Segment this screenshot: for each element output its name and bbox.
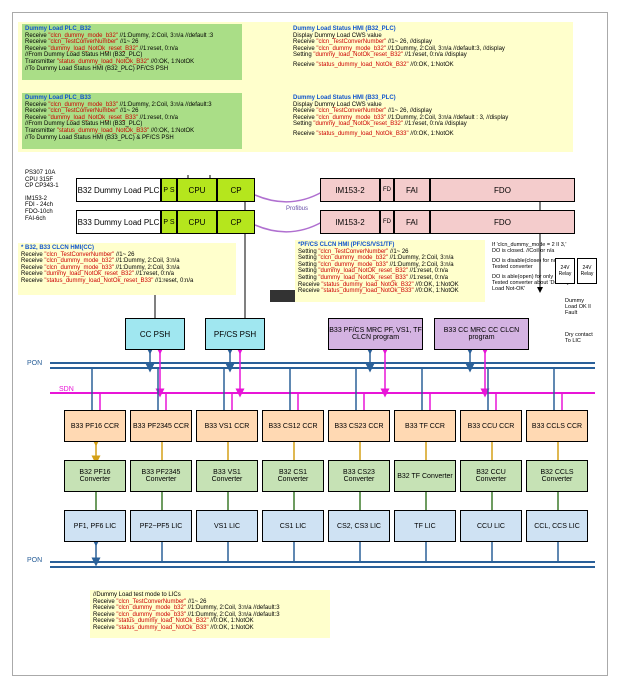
- pfcs-hmi-box: *PF/CS CLCN HMI (PF/CS/VS1/TF) Setting "…: [295, 240, 485, 302]
- ccr-box: B33 TF CCR: [394, 410, 456, 442]
- conv-box: B33 VS1 Converter: [196, 460, 258, 492]
- b32-plc-title: Dummy Load PLC_B32: [25, 26, 239, 33]
- b32-fai: FAI: [394, 178, 430, 202]
- b32-cpu: CPU: [177, 178, 217, 202]
- conv-box: B33 PF2345 Converter: [130, 460, 192, 492]
- conv-box: B32 CCLS Converter: [526, 460, 588, 492]
- pon-label-1: PON: [24, 358, 45, 370]
- lic-note-title: //Dummy Load test mode to LICs: [93, 592, 327, 599]
- lic-box: TF LIC: [394, 510, 456, 542]
- cc-psh: CC PSH: [125, 318, 185, 350]
- lic-box: CCL, CCS LIC: [526, 510, 588, 542]
- pfcs-mrc: B33 PF/CS MRC PF, VS1, TF CLCN program: [328, 318, 423, 350]
- b33-plc-title: Dummy Load PLC_B33: [25, 95, 239, 102]
- ccr-box: B33 CS12 CCR: [262, 410, 324, 442]
- b33-hmi-box: Dummy Load Status HMI (B33_PLC) Display …: [290, 93, 568, 140]
- b33-im: IM153-2: [320, 210, 380, 234]
- b32-ps: P S: [161, 178, 177, 202]
- b32-cp: CP: [217, 178, 255, 202]
- lic-box: VS1 LIC: [196, 510, 258, 542]
- left-note: PS307 10A CPU 315F CP CP343-1 IM153-2 FD…: [22, 168, 72, 224]
- pfcs-psh: PF/CS PSH: [205, 318, 265, 350]
- lic-box: CCU LIC: [460, 510, 522, 542]
- b33-plc-label: B33 Dummy Load PLC: [76, 210, 161, 234]
- b32-hmi-title: Dummy Load Status HMI (B32_PLC): [293, 26, 565, 33]
- cc-hmi-box: * B32, B33 CLCN HMI(CC) Receive "clcn_Te…: [18, 243, 236, 295]
- fault-label: Dummy Load OK ll Fault: [562, 296, 600, 318]
- lic-box: CS1 LIC: [262, 510, 324, 542]
- b33-fd: FD: [380, 210, 394, 234]
- ccr-box: B33 CCLS CCR: [526, 410, 588, 442]
- ccr-box: B33 PF2345 CCR: [130, 410, 192, 442]
- lic-box: PF2~PF5 LIC: [130, 510, 192, 542]
- b32-fd: FD: [380, 178, 394, 202]
- b33-cp: CP: [217, 210, 255, 234]
- sdn-label: SDN: [56, 384, 77, 396]
- conv-box: B32 TF Converter: [394, 460, 456, 492]
- cc-mrc: B33 CC MRC CC CLCN program: [434, 318, 529, 350]
- ccr-box: B33 CCU CCR: [460, 410, 522, 442]
- b33-fdo: FDO: [430, 210, 575, 234]
- b33-hmi-title: Dummy Load Status HMI (B33_PLC): [293, 95, 565, 102]
- b32-im: IM153-2: [320, 178, 380, 202]
- profibus-label: Profibus: [283, 204, 311, 215]
- ccr-box: B33 VS1 CCR: [196, 410, 258, 442]
- b32-fdo: FDO: [430, 178, 575, 202]
- conv-box: B32 CS1 Converter: [262, 460, 324, 492]
- conv-box: B33 CS23 Converter: [328, 460, 390, 492]
- ccr-box: B33 PF16 CCR: [64, 410, 126, 442]
- b33-ps: P S: [161, 210, 177, 234]
- relay-2: 24V Relay: [577, 258, 597, 284]
- lic-box: CS2, CS3 LIC: [328, 510, 390, 542]
- conv-box: B32 CCU Converter: [460, 460, 522, 492]
- b33-cpu: CPU: [177, 210, 217, 234]
- b32-plc-box: Dummy Load PLC_B32 Receive "clcn_dummy_m…: [22, 24, 242, 80]
- pfcs-hmi-title: *PF/CS CLCN HMI (PF/CS/VS1/TF): [298, 242, 482, 249]
- dry-label: Dry contact To LIC: [562, 330, 600, 346]
- lic-note-box: //Dummy Load test mode to LICs Receive "…: [90, 590, 330, 638]
- b32-hmi-box: Dummy Load Status HMI (B32_PLC) Display …: [290, 24, 568, 71]
- b32-plc-label: B32 Dummy Load PLC: [76, 178, 161, 202]
- cc-hmi-title: * B32, B33 CLCN HMI(CC): [21, 245, 233, 252]
- b33-plc-box: Dummy Load PLC_B33 Receive "clcn_dummy_m…: [22, 93, 242, 149]
- ccr-box: B33 CS23 CCR: [328, 410, 390, 442]
- lic-box: PF1, PF6 LIC: [64, 510, 126, 542]
- conv-box: B32 PF16 Converter: [64, 460, 126, 492]
- pon-label-2: PON: [24, 555, 45, 567]
- relay-1: 24V Relay: [555, 258, 575, 284]
- b33-fai: FAI: [394, 210, 430, 234]
